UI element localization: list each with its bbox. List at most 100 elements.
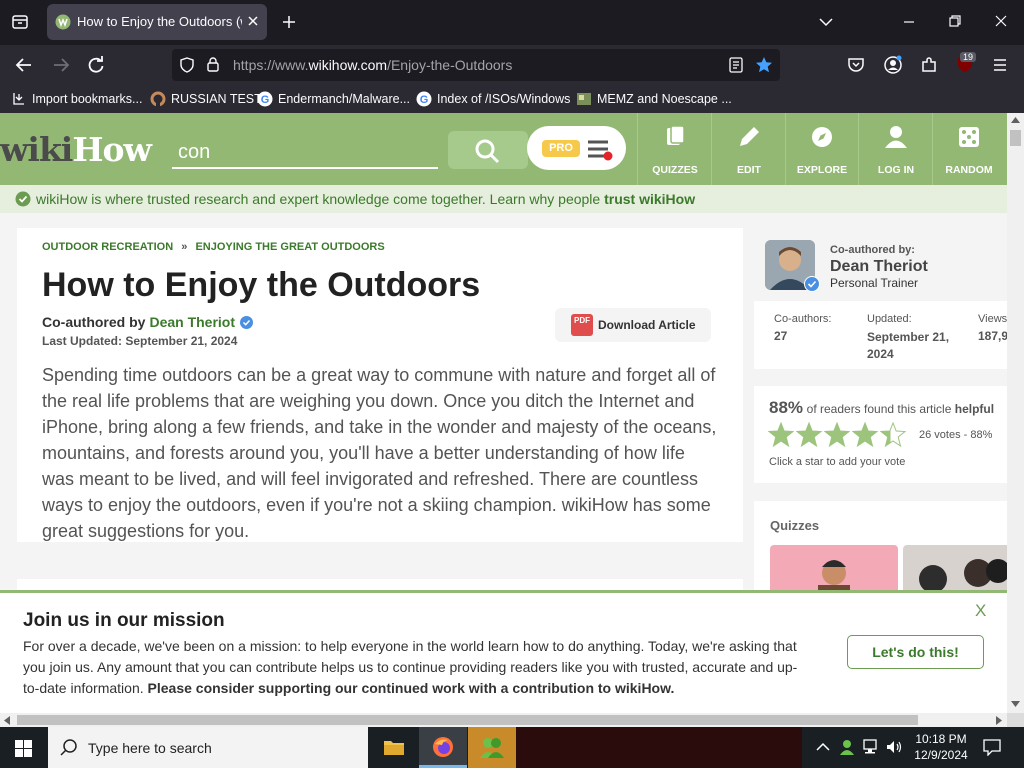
windows-taskbar: Type here to search 10:18 PM 12/9/2024 — [0, 727, 1024, 768]
extensions-icon[interactable] — [920, 56, 938, 74]
download-article-button[interactable]: PDF Download Article — [555, 308, 711, 342]
star-icon[interactable] — [796, 422, 823, 448]
pro-menu-button[interactable]: PRO — [527, 126, 626, 170]
horizontal-scroll-thumb[interactable] — [17, 715, 918, 725]
breadcrumb-category[interactable]: OUTDOOR RECREATION — [42, 241, 173, 253]
author-name[interactable]: Dean Theriot — [830, 258, 928, 276]
wikihow-logo[interactable]: wikiHow — [0, 130, 152, 169]
nav-log-in[interactable]: LOG IN — [859, 113, 933, 185]
app-taskbar-button[interactable] — [468, 727, 516, 768]
reload-icon[interactable] — [87, 56, 105, 74]
lock-icon[interactable] — [206, 56, 220, 73]
url-bar[interactable]: https://www.wikihow.com/Enjoy-the-Outdoo… — [172, 49, 780, 81]
stat-label: Co-authors: — [774, 313, 832, 325]
minimize-icon[interactable] — [902, 14, 916, 28]
breadcrumb: OUTDOOR RECREATION » ENJOYING THE GREAT … — [42, 241, 385, 253]
start-button[interactable] — [0, 727, 48, 768]
search-icon — [475, 139, 500, 164]
image-icon — [577, 93, 591, 105]
horizontal-scrollbar[interactable] — [0, 713, 1007, 727]
bookmarks-toolbar: Import bookmarks... RUSSIAN TEST G Ender… — [0, 85, 1024, 113]
list-all-tabs-icon[interactable] — [818, 15, 834, 29]
logo-wiki: wiki — [0, 130, 73, 169]
bookmark-import[interactable]: Import bookmarks... — [11, 90, 142, 108]
reader-view-icon[interactable] — [729, 57, 743, 73]
bookmark-label: Import bookmarks... — [32, 92, 143, 106]
taskbar-search-box[interactable]: Type here to search — [48, 727, 368, 768]
star-icon[interactable] — [768, 422, 795, 448]
pro-badge: PRO — [542, 140, 580, 157]
star-icon[interactable] — [880, 422, 907, 448]
bookmark-endermanch[interactable]: G Endermanch/Malware... — [257, 90, 410, 108]
app-menu-icon[interactable] — [992, 57, 1008, 73]
url-text[interactable]: https://www.wikihow.com/Enjoy-the-Outdoo… — [233, 57, 512, 73]
bookmark-isos[interactable]: G Index of /ISOs/Windows — [416, 90, 570, 108]
quiz-cards-icon — [667, 125, 685, 145]
import-icon — [13, 93, 24, 105]
user-icon — [885, 126, 907, 148]
nav-label: QUIZZES — [652, 164, 698, 176]
taskbar-search-placeholder: Type here to search — [88, 740, 212, 756]
pocket-icon[interactable] — [847, 56, 865, 74]
trust-link[interactable]: trust wikiHow — [604, 191, 695, 207]
lets-do-this-button[interactable]: Let's do this! — [847, 635, 984, 669]
file-explorer-button[interactable] — [370, 727, 418, 768]
volume-icon — [887, 741, 902, 753]
vertical-scrollbar[interactable] — [1007, 113, 1024, 713]
forward-icon — [52, 56, 70, 74]
star-rating[interactable] — [768, 422, 907, 448]
quiz-thumbnail[interactable] — [903, 545, 1007, 595]
url-path: /Enjoy-the-Outdoors — [387, 57, 513, 73]
firefox-icon — [433, 737, 453, 757]
clock[interactable]: 10:18 PM 12/9/2024 — [910, 731, 972, 763]
breadcrumb-subcategory[interactable]: ENJOYING THE GREAT OUTDOORS — [195, 241, 384, 253]
account-icon[interactable] — [883, 55, 903, 75]
author-link[interactable]: Dean Theriot — [149, 314, 235, 330]
nav-random[interactable]: RANDOM — [932, 113, 1006, 185]
restore-icon[interactable] — [948, 14, 962, 28]
article-title: How to Enjoy the Outdoors — [42, 266, 481, 304]
bookmark-label: RUSSIAN TEST — [171, 92, 262, 106]
intro-line: was meant to be lived, and will feel inv… — [42, 469, 699, 489]
quiz-thumbnail[interactable] — [770, 545, 898, 595]
new-tab-icon[interactable] — [281, 14, 297, 30]
rating-summary: 88% of readers found this article helpfu… — [769, 398, 1007, 418]
search-button[interactable] — [448, 131, 528, 169]
nav-explore[interactable]: EXPLORE — [785, 113, 859, 185]
rating-percent: 88% — [769, 398, 804, 417]
banner-close-button[interactable]: X — [975, 601, 986, 621]
bookmark-russian-test[interactable]: RUSSIAN TEST — [150, 90, 262, 108]
svg-text:G: G — [420, 94, 429, 106]
coauthor-line: Co-authored by Dean Theriot — [42, 314, 254, 330]
star-icon[interactable] — [852, 422, 879, 448]
verified-icon — [240, 315, 254, 329]
url-domain: wikihow.com — [308, 57, 388, 73]
star-icon[interactable] — [824, 422, 851, 448]
people-icon — [480, 738, 504, 758]
firefox-taskbar-button[interactable] — [419, 727, 467, 768]
clock-date: 12/9/2024 — [914, 748, 968, 762]
close-window-icon[interactable] — [994, 14, 1008, 28]
nav-edit[interactable]: EDIT — [712, 113, 786, 185]
search-input[interactable]: con — [172, 137, 438, 169]
tracking-shield-icon[interactable] — [179, 57, 195, 73]
close-tab-icon[interactable] — [246, 14, 260, 28]
back-icon[interactable] — [15, 56, 33, 74]
banner-line: For over a decade, we've been on a missi… — [23, 638, 797, 654]
bookmark-star-icon[interactable] — [755, 56, 773, 74]
nav-quizzes[interactable]: QUIZZES — [638, 113, 712, 185]
author-card: Co-authored by: Dean Theriot Personal Tr… — [754, 228, 1007, 300]
intro-line: mountains, and forests around you, you'l… — [42, 443, 685, 463]
verified-icon — [804, 276, 820, 292]
navigation-toolbar: https://www.wikihow.com/Enjoy-the-Outdoo… — [0, 45, 1024, 85]
vertical-scroll-thumb[interactable] — [1010, 130, 1021, 146]
wikihow-header: wikiHow con PRO QUIZZES EDIT EXPLORE LOG… — [0, 113, 1007, 185]
dice-icon — [959, 127, 979, 147]
active-tab[interactable]: How to Enjoy the Outdoors (with — [47, 4, 267, 40]
tab-list-icon[interactable] — [11, 13, 29, 31]
nav-label: EXPLORE — [796, 164, 848, 176]
scrollbar-corner — [1007, 713, 1024, 727]
banner-line: you join us. Any amount that you can con… — [23, 659, 798, 675]
bookmark-memz[interactable]: MEMZ and Noescape ... — [576, 90, 732, 108]
check-circle-icon — [15, 191, 31, 207]
